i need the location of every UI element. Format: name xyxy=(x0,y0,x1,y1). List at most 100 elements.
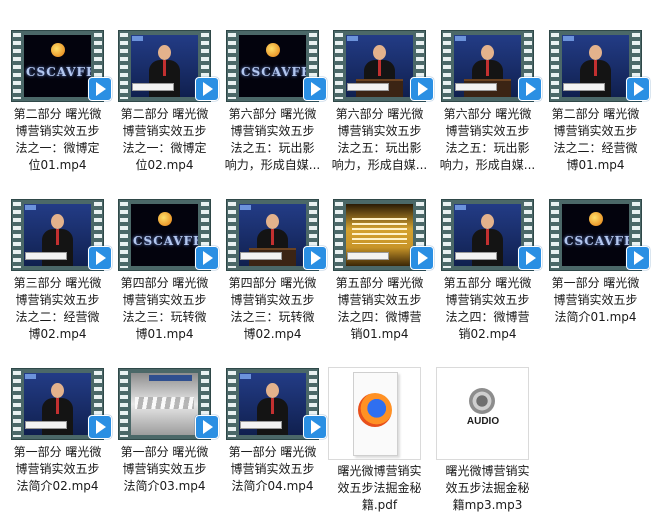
file-name-label[interactable]: 第四部分 曙光微 博营销实效五步 法之三：玩转微 博01.mp4 xyxy=(102,275,227,343)
presenter-tie xyxy=(56,229,59,245)
slide-text-lines xyxy=(352,218,407,244)
play-icon xyxy=(195,415,219,439)
video-thumbnail[interactable] xyxy=(543,29,650,104)
file-item[interactable]: 第六部分 曙光微 博营销实效五步 法之五：玩出影 响力，形成自媒... xyxy=(435,29,542,172)
file-name-label[interactable]: 第五部分 曙光微 博营销实效五步 法之四：微博营 销01.mp4 xyxy=(317,275,442,343)
file-name-line: 响力，形成自媒... xyxy=(331,158,428,172)
video-thumbnail[interactable]: CSCAVFH xyxy=(5,29,112,104)
file-name-line: 博营销实效五步 xyxy=(553,293,638,307)
play-icon xyxy=(626,246,650,270)
file-item[interactable]: 第五部分 曙光微 博营销实效五步 法之四：微博营 销01.mp4 xyxy=(327,198,434,341)
file-thumbnail[interactable] xyxy=(328,367,421,460)
file-name-label[interactable]: 第六部分 曙光微 博营销实效五步 法之五：玩出影 响力，形成自媒... xyxy=(425,106,550,174)
audio-speaker-icon: AUDIO xyxy=(459,388,507,438)
video-thumbnail[interactable] xyxy=(435,29,542,104)
channel-tag xyxy=(132,36,143,41)
file-name-line: 法之四：微博营 xyxy=(337,310,422,324)
file-item[interactable]: 第一部分 曙光微 博营销实效五步 法简介04.mp4 xyxy=(220,367,327,497)
video-thumbnail[interactable]: CSCAVFH xyxy=(543,198,650,273)
file-item[interactable]: 第一部分 曙光微 博营销实效五步 法简介03.mp4 xyxy=(112,367,219,497)
presenter-head xyxy=(266,383,279,398)
presenter-tie xyxy=(271,398,274,414)
firefox-pdf-icon xyxy=(358,393,392,427)
video-frame xyxy=(454,35,521,97)
filmstrip-holes-left xyxy=(120,371,128,437)
file-name-line: 法之五：玩出影 xyxy=(445,141,530,155)
filmstrip-holes-left xyxy=(443,33,451,99)
presenter-head xyxy=(51,383,64,398)
filmstrip-holes-left xyxy=(228,33,236,99)
file-name-line: 曙光微博营销实 xyxy=(337,464,422,478)
file-name-line: 第六部分 曙光微 xyxy=(335,107,424,121)
file-name-line: 籍.pdf xyxy=(361,498,398,512)
file-name-line: 法之一：微博定 xyxy=(122,141,207,155)
file-name-line: 销01.mp4 xyxy=(350,327,409,341)
file-item[interactable]: 第五部分 曙光微 博营销实效五步 法之四：微博营 销02.mp4 xyxy=(435,198,542,341)
file-item[interactable]: CSCAVFH 第四部分 曙光微博营销实效五步法之三：玩转微博01.mp4 xyxy=(112,198,219,341)
video-thumbnail[interactable] xyxy=(327,198,434,273)
video-thumbnail[interactable] xyxy=(435,198,542,273)
file-item[interactable]: 第二部分 曙光微 博营销实效五步 法之二：经营微 博01.mp4 xyxy=(543,29,650,172)
file-item[interactable]: CSCAVFH 第一部分 曙光微博营销实效五步法简介01.mp4 xyxy=(543,198,650,328)
video-thumbnail[interactable] xyxy=(220,367,327,442)
file-name-line: 法之三：玩转微 xyxy=(122,310,207,324)
file-name-line: 效五步法掘金秘 xyxy=(337,481,422,495)
file-item[interactable]: 第三部分 曙光微 博营销实效五步 法之二：经营微 博02.mp4 xyxy=(5,198,112,341)
file-name-line: 第一部分 曙光微 xyxy=(228,445,317,459)
video-frame xyxy=(24,373,91,435)
video-thumbnail[interactable] xyxy=(220,198,327,273)
file-name-label[interactable]: 曙光微博营销实 效五步法掘金秘 籍mp3.mp3 xyxy=(425,463,550,514)
file-item[interactable]: CSCAVFH第六部分 曙光微博营销实效五步法之五：玩出影响力，形成自媒... xyxy=(220,29,327,172)
file-name-label[interactable]: 第二部分 曙光微 博营销实效五步 法之二：经营微 博01.mp4 xyxy=(533,106,658,174)
file-name-line: 销02.mp4 xyxy=(458,327,517,341)
file-name-label[interactable]: 第六部分 曙光微 博营销实效五步 法之五：玩出影 响力，形成自媒... xyxy=(317,106,442,174)
presenter-head xyxy=(158,45,171,60)
file-item[interactable]: CSCAVFH第二部分 曙光微博营销实效五步法之一：微博定位01.mp4 xyxy=(5,29,112,172)
file-item[interactable]: 第一部分 曙光微 博营销实效五步 法简介02.mp4 xyxy=(5,367,112,497)
video-thumbnail[interactable]: CSCAVFH xyxy=(112,198,219,273)
channel-tag xyxy=(25,374,36,379)
presenter-head xyxy=(481,45,494,60)
presenter-head xyxy=(266,214,279,229)
file-name-line: 效五步法掘金秘 xyxy=(445,481,530,495)
play-icon xyxy=(88,77,112,101)
video-thumbnail[interactable] xyxy=(112,367,219,442)
file-name-line: 法简介03.mp4 xyxy=(123,479,206,493)
file-item[interactable]: 第四部分 曙光微 博营销实效五步 法之三：玩转微 博02.mp4 xyxy=(220,198,327,341)
filmstrip-holes-left xyxy=(13,33,21,99)
play-icon xyxy=(518,246,542,270)
video-thumbnail[interactable] xyxy=(327,29,434,104)
filmstrip-holes-left xyxy=(120,33,128,99)
play-icon xyxy=(410,77,434,101)
file-name-label[interactable]: 第一部分 曙光微 博营销实效五步 法简介03.mp4 xyxy=(102,444,227,495)
video-thumbnail[interactable]: CSCAVFH xyxy=(220,29,327,104)
filmstrip-holes-left xyxy=(551,202,559,268)
file-name-label[interactable]: 第二部分 曙光微 博营销实效五步 法之一：微博定 位02.mp4 xyxy=(102,106,227,174)
filmstrip-holes-left xyxy=(551,33,559,99)
slide-graphic xyxy=(135,397,194,409)
file-name-label[interactable]: 曙光微博营销实 效五步法掘金秘 籍.pdf xyxy=(317,463,442,514)
video-frame: CSCAVFH xyxy=(239,35,306,97)
filmstrip-holes-left xyxy=(13,202,21,268)
filmstrip-holes-left xyxy=(228,371,236,437)
presenter-tie xyxy=(271,229,274,245)
file-name-label[interactable]: 第五部分 曙光微 博营销实效五步 法之四：微博营 销02.mp4 xyxy=(425,275,550,343)
presenter-head xyxy=(589,45,602,60)
channel-tag xyxy=(455,36,466,41)
file-name-line: 第五部分 曙光微 xyxy=(443,276,532,290)
file-item[interactable]: 第二部分 曙光微 博营销实效五步 法之一：微博定 位02.mp4 xyxy=(112,29,219,172)
video-thumbnail[interactable] xyxy=(5,367,112,442)
video-thumbnail[interactable] xyxy=(112,29,219,104)
presenter-head xyxy=(373,45,386,60)
play-icon xyxy=(195,77,219,101)
presenter-tie xyxy=(163,60,166,76)
video-frame xyxy=(454,204,521,266)
play-icon xyxy=(626,77,650,101)
file-thumbnail[interactable]: AUDIO xyxy=(436,367,529,460)
file-item[interactable]: 曙光微博营销实 效五步法掘金秘 籍.pdf xyxy=(327,367,432,512)
file-name-label[interactable]: 第一部分 曙光微 博营销实效五步 法简介01.mp4 xyxy=(533,275,658,326)
file-item[interactable]: 第六部分 曙光微 博营销实效五步 法之五：玩出影 响力，形成自媒... xyxy=(327,29,434,172)
file-item[interactable]: AUDIO 曙光微博营销实 效五步法掘金秘 籍mp3.mp3 xyxy=(435,367,540,512)
play-icon xyxy=(195,246,219,270)
video-thumbnail[interactable] xyxy=(5,198,112,273)
